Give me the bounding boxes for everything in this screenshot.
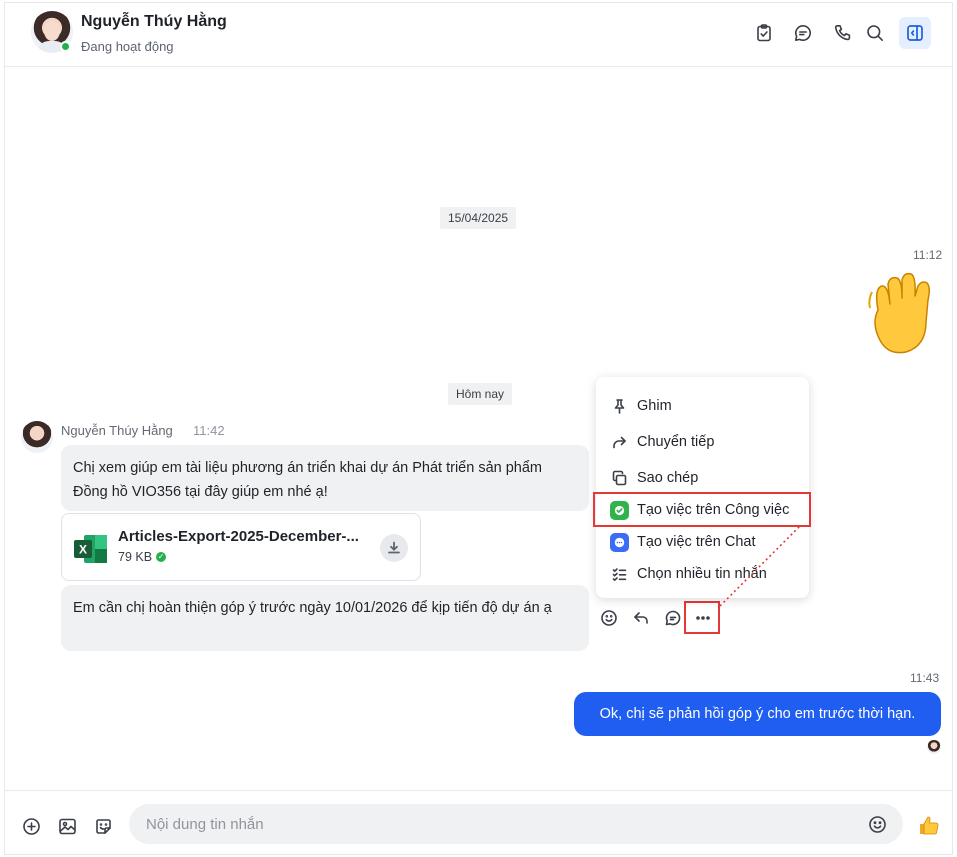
file-size: 79 KB ✓ [118, 550, 167, 564]
file-size-text: 79 KB [118, 550, 153, 564]
message-composer [5, 790, 952, 854]
image-icon[interactable] [56, 815, 78, 837]
excel-file-icon: X [74, 535, 107, 563]
sender-name: Nguyễn Thúy Hằng [61, 423, 173, 438]
menu-item-select-multiple[interactable]: Chọn nhiều tin nhắn [596, 558, 809, 590]
menu-item-copy[interactable]: Sao chép [596, 462, 809, 494]
date-separator-today: Hôm nay [448, 383, 513, 405]
message-input[interactable] [129, 804, 903, 844]
thumbs-up-icon[interactable] [917, 813, 941, 837]
sender-time: 11:42 [193, 423, 225, 438]
message-context-menu: Ghim Chuyển tiếp Sao chép Tạo việc trên … [596, 377, 809, 598]
menu-label: Sao chép [637, 470, 699, 486]
contact-name[interactable]: Nguyễn Thúy Hằng [81, 13, 227, 31]
menu-label: Tạo việc trên Chat [637, 534, 756, 550]
pin-icon [609, 396, 629, 416]
checklist-icon [609, 564, 629, 584]
thread-reply-icon[interactable] [660, 605, 686, 631]
read-receipt-avatar [927, 740, 941, 754]
phone-icon[interactable] [831, 21, 855, 45]
chat-app-icon [609, 532, 629, 552]
file-name[interactable]: Articles-Export-2025-December-... [118, 528, 359, 545]
menu-label: Chọn nhiều tin nhắn [637, 566, 767, 582]
menu-item-pin[interactable]: Ghim [596, 390, 809, 422]
add-icon[interactable] [20, 815, 42, 837]
check-icon: ✓ [156, 552, 167, 562]
forward-icon [609, 432, 629, 452]
contact-status: Đang hoạt động [81, 39, 174, 54]
menu-item-create-task-chat[interactable]: Tạo việc trên Chat [596, 526, 809, 558]
side-panel-icon [907, 25, 923, 41]
more-options-highlight [684, 601, 720, 634]
emoji-icon[interactable] [866, 813, 888, 835]
download-icon [388, 541, 400, 554]
file-attachment[interactable]: X Articles-Export-2025-December-... 79 K… [61, 513, 421, 581]
sender-avatar[interactable] [21, 421, 53, 453]
react-emoji-icon[interactable] [596, 605, 622, 631]
menu-label: Chuyển tiếp [637, 434, 715, 450]
date-separator: 15/04/2025 [440, 207, 517, 229]
chat-bubble-icon[interactable] [791, 21, 815, 45]
copy-icon [609, 468, 629, 488]
incoming-message[interactable]: Chị xem giúp em tài liệu phương án triển… [61, 445, 589, 511]
waving-hand-sticker[interactable] [864, 270, 944, 360]
message-time: 11:12 [913, 248, 943, 262]
svg-text:X: X [79, 543, 87, 557]
side-panel-toggle[interactable] [899, 17, 931, 49]
task-icon[interactable] [752, 21, 776, 45]
chat-header: Nguyễn Thúy Hằng Đang hoạt động [5, 3, 952, 67]
outgoing-message[interactable]: Ok, chị sẽ phản hồi góp ý cho em trước t… [574, 692, 941, 736]
menu-item-forward[interactable]: Chuyển tiếp [596, 426, 809, 458]
incoming-message[interactable]: Em cần chị hoàn thiện góp ý trước ngày 1… [61, 585, 589, 651]
menu-item-highlight [593, 492, 811, 527]
download-button[interactable] [380, 534, 408, 562]
online-indicator [60, 41, 71, 52]
message-time: 11:43 [910, 671, 940, 685]
reply-icon[interactable] [628, 605, 654, 631]
sticker-icon[interactable] [92, 815, 114, 837]
search-icon[interactable] [863, 21, 887, 45]
menu-label: Ghim [637, 398, 672, 414]
